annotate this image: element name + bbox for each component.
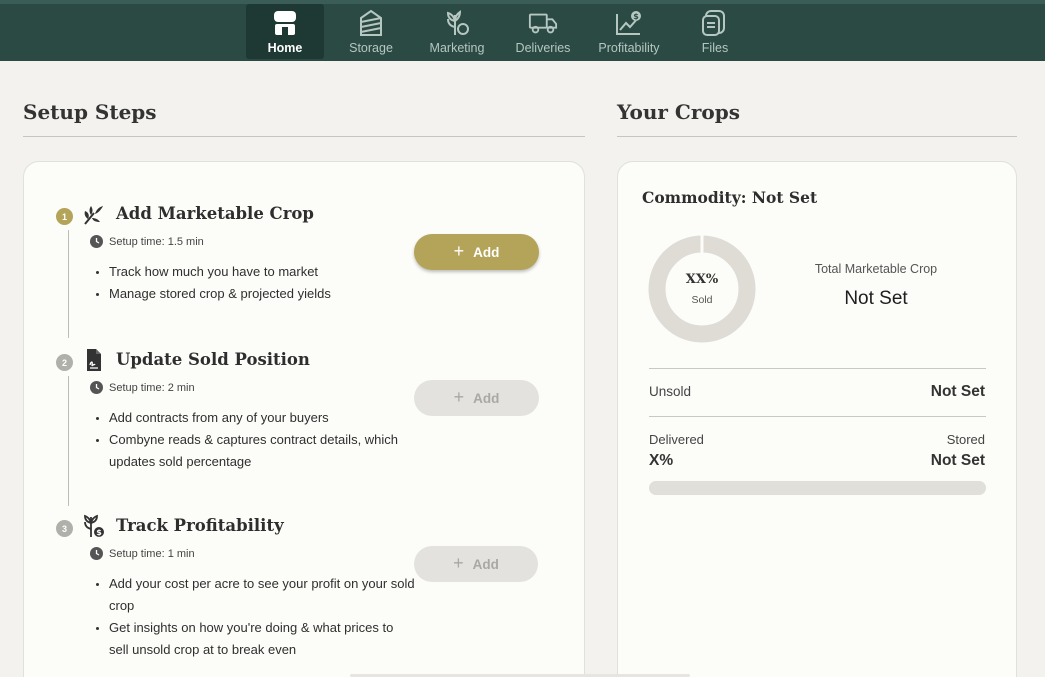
setup-steps-title: Setup Steps [23, 100, 157, 124]
setup-time-label: Setup time: 2 min [109, 381, 195, 394]
add-button-label: Add [473, 244, 500, 260]
add-button-label: Add [473, 390, 500, 406]
nav-home[interactable]: Home [246, 4, 324, 59]
stored-label: Stored [946, 432, 985, 447]
nav-deliveries-label: Deliveries [515, 41, 571, 55]
add-button-label: Add [472, 556, 499, 572]
unsold-label: Unsold [649, 384, 692, 399]
list-item: Add your cost per acre to see your profi… [96, 573, 416, 617]
nav-deliveries[interactable]: Deliveries [504, 4, 582, 59]
step-title: Add Marketable Crop [116, 204, 314, 223]
nav-marketing[interactable]: Marketing [418, 4, 496, 59]
commodity-title[interactable]: Commodity: Not Set [642, 188, 817, 207]
profitability-chart-icon: $ [614, 8, 644, 38]
svg-text:$: $ [633, 12, 639, 21]
add-marketable-crop-button[interactable]: + Add [414, 234, 539, 270]
step-number: 1 [56, 208, 73, 225]
nav-marketing-label: Marketing [429, 41, 485, 55]
nav-storage[interactable]: Storage [332, 4, 410, 59]
nav-files[interactable]: Files [676, 4, 754, 59]
setup-time: Setup time: 1.5 min [90, 235, 204, 248]
setup-steps-card: 1 Add Marketable Crop Setup time: 1.5 mi… [23, 161, 585, 677]
list-item: Get insights on how you're doing & what … [96, 617, 416, 661]
nav-profitability-label: Profitability [598, 41, 660, 55]
step-connector-line [68, 230, 69, 338]
delivered-value: X% [649, 452, 674, 469]
your-crops-card: Commodity: Not Set XX% Sold Total Market… [617, 161, 1017, 677]
step-title: Track Profitability [116, 516, 284, 535]
top-navigation: Home Storage Marketing Deliveries $ Prof… [0, 0, 1045, 61]
step-number: 2 [56, 354, 73, 371]
nav-storage-label: Storage [349, 41, 393, 55]
contract-document-icon [82, 348, 106, 372]
nav-home-label: Home [267, 41, 303, 55]
step-number: 3 [56, 520, 73, 537]
setup-divider [23, 136, 585, 137]
update-sold-position-button[interactable]: + Add [414, 380, 539, 416]
home-icon [270, 8, 300, 38]
your-crops-title: Your Crops [617, 100, 740, 124]
donut-label: Sold [691, 294, 713, 306]
step-title: Update Sold Position [116, 350, 310, 369]
list-item: Track how much you have to market [96, 261, 416, 283]
clock-icon [90, 381, 103, 394]
total-marketable-crop-value: Not Set [844, 288, 908, 309]
step-bullets: Add contracts from any of your buyers Co… [96, 407, 416, 473]
plus-icon: + [453, 386, 465, 407]
setup-time-label: Setup time: 1 min [109, 547, 195, 560]
step-connector-line [68, 376, 69, 506]
step-bullets: Track how much you have to market Manage… [96, 261, 416, 305]
step-bullets: Add your cost per acre to see your profi… [96, 573, 416, 661]
sold-donut-chart [648, 235, 756, 343]
setup-time: Setup time: 1 min [90, 547, 195, 560]
files-icon [700, 8, 730, 38]
wheat-leaf-icon [82, 202, 106, 226]
divider [649, 368, 986, 369]
unsold-value: Not Set [930, 383, 985, 400]
donut-track [648, 235, 756, 343]
list-item: Add contracts from any of your buyers [96, 407, 416, 429]
nav-profitability[interactable]: $ Profitability [590, 4, 668, 59]
clock-icon [90, 547, 103, 560]
total-marketable-crop-label: Total Marketable Crop [814, 262, 938, 276]
list-item: Combyne reads & captures contract detail… [96, 429, 416, 473]
wheat-dollar-icon: $ [82, 514, 106, 538]
list-item: Manage stored crop & projected yields [96, 283, 416, 305]
plus-icon: + [453, 552, 464, 573]
marketing-wheat-icon [442, 8, 472, 38]
svg-text:$: $ [96, 528, 102, 537]
setup-time: Setup time: 2 min [90, 381, 195, 394]
plus-icon: + [453, 240, 465, 261]
delivery-truck-icon [528, 8, 558, 38]
nav-files-label: Files [701, 41, 729, 55]
divider [649, 416, 986, 417]
clock-icon [90, 235, 103, 248]
delivered-progress-bar [649, 481, 986, 495]
stored-value: Not Set [930, 452, 985, 469]
storage-bin-icon [356, 8, 386, 38]
delivered-label: Delivered [649, 432, 704, 447]
setup-time-label: Setup time: 1.5 min [109, 235, 204, 248]
track-profitability-button[interactable]: + Add [414, 546, 538, 582]
crops-divider [617, 136, 1017, 137]
donut-percent: XX% [685, 272, 719, 287]
